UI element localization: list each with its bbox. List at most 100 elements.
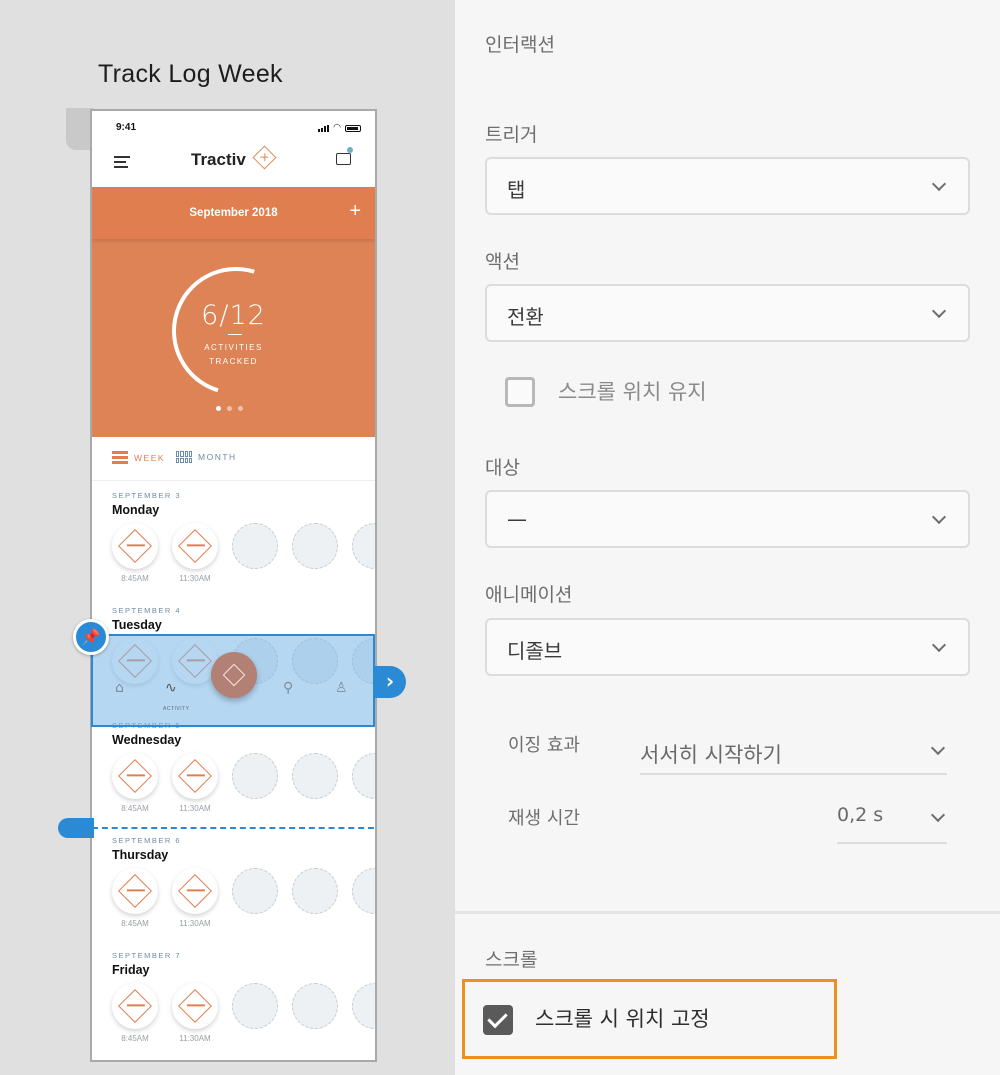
activity-caption-line-2: TRACKED [209,357,258,366]
activity-caption-line-1: ACTIVITIES [204,343,263,352]
search-icon[interactable]: ⚲ [283,680,293,696]
scroll-boundary-line[interactable] [92,827,374,829]
empty-slot[interactable] [232,868,278,914]
empty-slot[interactable] [352,983,375,1029]
action-select[interactable]: 전환 [485,284,970,342]
animation-label: 애니메이션 [485,584,573,606]
fix-position-checkbox[interactable] [483,1005,513,1035]
design-canvas[interactable]: Track Log Week 9:41 ◠ Tractiv September … [0,0,455,1075]
activity-slot[interactable] [112,868,158,914]
day-row: SEPTEMBER 7 Friday 8:45AM 11:30AM [112,951,375,1043]
battery-icon [345,125,361,132]
keep-scroll-label: 스크롤 위치 유지 [558,380,707,404]
tab-activity-label: ACTIVITY [163,706,190,712]
trigger-select[interactable]: 탭 [485,157,970,215]
status-time: 9:41 [116,122,137,133]
activity-slot[interactable] [112,983,158,1029]
slot-time: 8:45AM [121,919,149,928]
page-indicator [216,406,243,411]
slot-time: 11:30AM [179,804,211,813]
destination-select[interactable]: — [485,490,970,548]
artboard-title[interactable]: Track Log Week [98,60,283,89]
day-date: SEPTEMBER 4 [112,606,182,615]
activity-slots: 8:45AM 11:30AM [112,983,375,1043]
day-date: SEPTEMBER 6 [112,836,182,845]
mountain-icon [178,759,212,793]
day-name: Friday [112,963,150,977]
duration-value: 0,2 s [837,804,884,826]
summary-hero: September 2018 + 6/12 ACTIVITIES TRACKED [92,187,375,437]
animation-select[interactable]: 디졸브 [485,618,970,676]
activity-slots: 8:45AM 11:30AM [112,868,375,928]
scroll-section-label: 스크롤 [485,949,538,971]
chevron-down-icon [931,303,947,319]
home-icon[interactable]: ⌂ [115,680,124,696]
activity-slot[interactable] [112,523,158,569]
slot-time: 11:30AM [179,919,211,928]
artboard-phone[interactable]: 9:41 ◠ Tractiv September 2018 + 6/12 ACT… [90,109,377,1062]
selected-tabbar[interactable]: ⌂ ∿ ACTIVITY ⚲ ♙ [91,634,375,727]
mountain-icon [178,989,212,1023]
activity-slot[interactable] [172,753,218,799]
tab-week-label: WEEK [134,452,166,463]
tab-month[interactable]: MONTH [176,451,237,463]
activity-slots: 8:45AM 11:30AM [112,753,375,813]
slot-time: 11:30AM [179,1034,211,1043]
day-name: Wednesday [112,733,182,747]
notification-dot [347,147,353,153]
brand-logo-icon [252,145,277,170]
pin-icon[interactable]: 📌 [73,619,109,655]
list-icon [112,451,128,464]
duration-select[interactable]: 0,2 s [837,800,947,844]
day-row: SEPTEMBER 3 Monday 8:45AM 11:30AM [112,491,375,583]
mountain-icon [178,874,212,908]
activity-pulse-icon[interactable]: ∿ [165,680,177,696]
count-divider [228,334,242,335]
day-name: Thursday [112,848,169,862]
slot-time: 8:45AM [121,574,149,583]
signal-icon [318,125,330,132]
month-title: September 2018 [189,207,278,219]
mountain-icon [118,759,152,793]
interaction-panel: 인터랙션 트리거 탭 액션 전환 스크롤 위치 유지 대상 — 애니메이션 디졸… [455,0,1000,1075]
activity-slot[interactable] [172,983,218,1029]
chevron-down-icon [931,176,947,192]
empty-slot[interactable] [292,753,338,799]
easing-value: 서서히 시작하기 [640,743,782,767]
chevron-down-icon [931,509,947,525]
chevron-right-icon[interactable]: › [374,666,406,698]
activity-slot[interactable] [112,753,158,799]
mountain-icon [178,529,212,563]
easing-select[interactable]: 서서히 시작하기 [640,731,947,775]
empty-slot[interactable] [292,523,338,569]
add-icon[interactable]: + [349,200,361,223]
empty-slot[interactable] [352,753,375,799]
activity-slot[interactable] [172,523,218,569]
slot-time: 8:45AM [121,804,149,813]
hamburger-menu-icon[interactable] [114,156,130,171]
mountain-icon [118,874,152,908]
empty-slot[interactable] [232,983,278,1029]
keep-scroll-checkbox[interactable] [505,377,535,407]
trigger-label: 트리거 [485,124,538,146]
activity-caption: ACTIVITIES TRACKED [92,341,375,369]
section-title: 인터랙션 [485,34,555,56]
inbox-icon[interactable] [336,153,351,165]
empty-slot[interactable] [292,983,338,1029]
empty-slot[interactable] [232,753,278,799]
empty-slot[interactable] [352,523,375,569]
chevron-down-icon [931,637,947,653]
scroll-boundary-handle[interactable] [58,818,94,838]
empty-slot[interactable] [232,523,278,569]
empty-slot[interactable] [352,868,375,914]
empty-slot[interactable] [292,868,338,914]
slot-time: 8:45AM [121,1034,149,1043]
activity-slot[interactable] [172,868,218,914]
app-navbar: Tractiv [92,145,375,187]
day-row: SEPTEMBER 4 Tuesday [112,606,375,684]
tab-week[interactable]: WEEK [112,451,165,464]
status-icons: ◠ [318,124,361,133]
easing-label: 이징 효과 [508,735,580,756]
add-activity-fab[interactable] [211,652,257,698]
profile-icon[interactable]: ♙ [335,680,348,696]
